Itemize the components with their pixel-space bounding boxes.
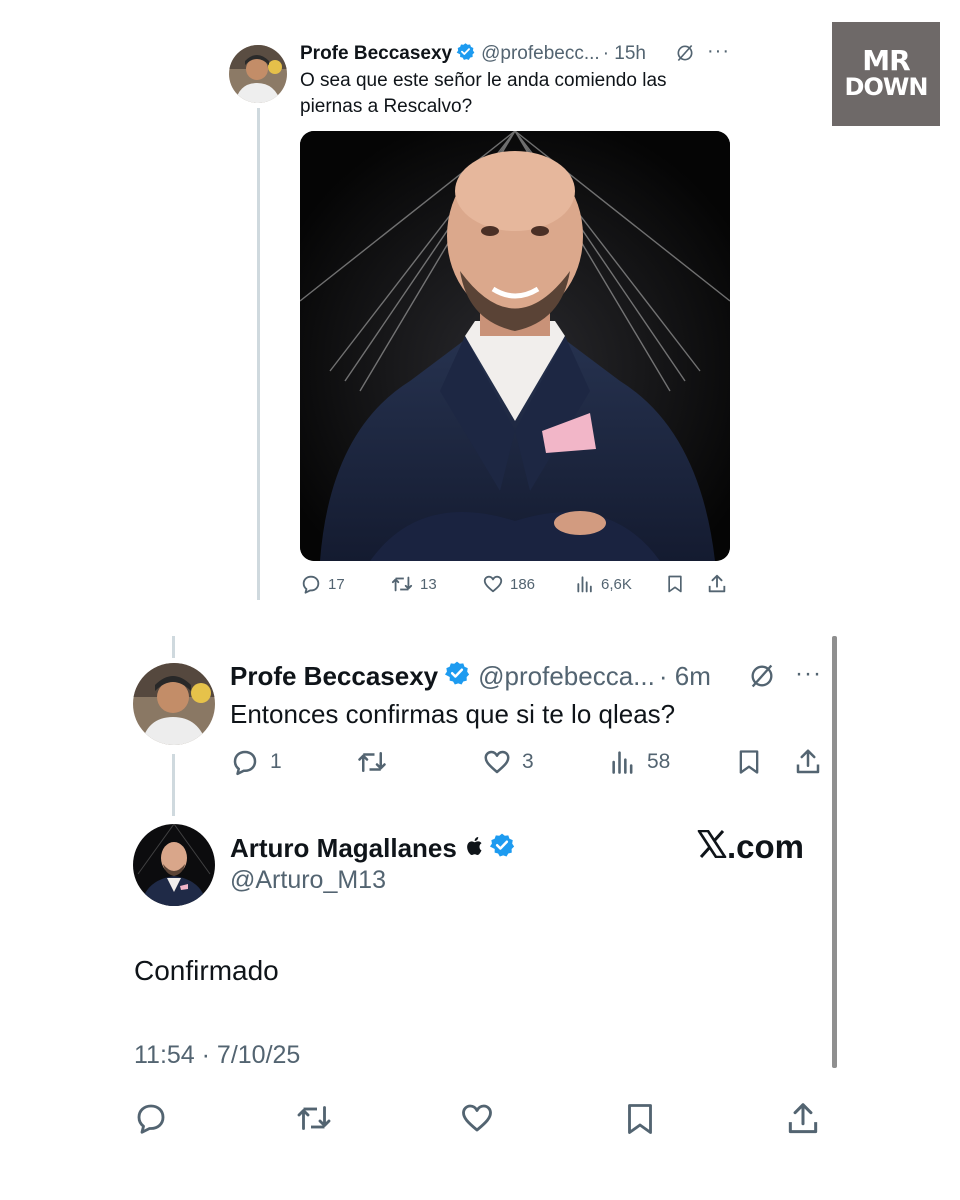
verified-icon	[444, 660, 470, 693]
tweet-timestamp[interactable]: 11:54 · 7/10/25	[134, 1041, 300, 1070]
author-handle[interactable]: @profebecca...	[478, 661, 655, 692]
like-count: 186	[510, 575, 536, 593]
repost-icon	[390, 573, 414, 595]
share-icon[interactable]	[784, 1100, 822, 1144]
repost-icon[interactable]	[294, 1100, 334, 1144]
views-icon	[575, 574, 595, 594]
repost-icon	[355, 747, 389, 777]
more-icon[interactable]: ···	[795, 660, 822, 688]
views-icon	[609, 748, 637, 776]
author-name[interactable]: Profe Beccasexy	[230, 661, 438, 692]
x-logo-text: .com	[727, 828, 805, 865]
like-icon	[482, 747, 512, 777]
reply-button[interactable]: 17	[300, 570, 345, 598]
tweet-photo[interactable]	[300, 131, 730, 561]
tweet-text: Entonces confirmas que si te lo qleas?	[230, 699, 676, 729]
views-count: 6,6K	[601, 575, 632, 593]
reply-button[interactable]: 1	[230, 744, 282, 780]
grok-icon[interactable]	[675, 43, 695, 68]
x-logo-icon	[697, 828, 727, 866]
thread-line	[172, 636, 175, 658]
reply-icon	[300, 573, 322, 595]
views-button[interactable]: 6,6K	[575, 570, 632, 598]
views-button[interactable]: 58	[609, 744, 670, 780]
reply-count: 17	[328, 575, 345, 593]
watermark-line1: MR	[862, 44, 910, 77]
tweet-header: Profe Beccasexy @profebecc... · 15h	[300, 41, 646, 67]
reply-icon[interactable]	[133, 1100, 169, 1144]
bookmark-icon[interactable]	[665, 570, 685, 598]
more-icon[interactable]: ···	[707, 40, 730, 63]
tweet-time[interactable]: · 6m	[659, 661, 711, 692]
tweet-text: O sea que este señor le anda comiendo la…	[300, 70, 667, 117]
like-button[interactable]: 186	[482, 570, 535, 598]
grok-icon[interactable]	[748, 662, 776, 695]
author-handle[interactable]: @profebecc...	[481, 43, 600, 65]
author-name[interactable]: Profe Beccasexy	[300, 43, 452, 65]
author-name[interactable]: Arturo Magallanes	[230, 833, 457, 864]
bookmark-icon[interactable]	[622, 1100, 658, 1144]
x-com-logo: .com	[697, 828, 804, 866]
repost-count: 13	[420, 575, 437, 593]
verified-icon	[489, 832, 515, 865]
like-icon[interactable]	[458, 1100, 496, 1144]
share-icon[interactable]	[793, 744, 823, 780]
tweet-text: Confirmado	[134, 955, 279, 986]
apple-icon	[465, 833, 483, 864]
reply-icon	[230, 747, 260, 777]
bookmark-icon[interactable]	[735, 744, 763, 780]
verified-icon	[456, 42, 475, 67]
tweet-header: Arturo Magallanes	[230, 830, 515, 866]
thread-line	[257, 108, 260, 600]
author-handle[interactable]: @Arturo_M13	[230, 866, 386, 895]
watermark-line2: DOWN	[844, 73, 929, 101]
views-count: 58	[647, 750, 671, 773]
tweet-time[interactable]: · 15h	[603, 43, 646, 65]
scrollbar[interactable]	[832, 636, 837, 1068]
avatar[interactable]	[133, 663, 215, 745]
share-icon[interactable]	[706, 570, 728, 598]
like-icon	[482, 573, 504, 595]
watermark-logo: MR DOWN	[832, 22, 940, 126]
repost-button[interactable]	[355, 744, 389, 780]
reply-count: 1	[270, 750, 282, 773]
avatar[interactable]	[133, 824, 215, 906]
repost-button[interactable]: 13	[390, 570, 437, 598]
like-count: 3	[522, 750, 534, 773]
thread-line	[172, 754, 175, 816]
like-button[interactable]: 3	[482, 744, 534, 780]
avatar[interactable]	[229, 45, 287, 103]
tweet-header: Profe Beccasexy @profebecca... · 6m	[230, 659, 711, 693]
